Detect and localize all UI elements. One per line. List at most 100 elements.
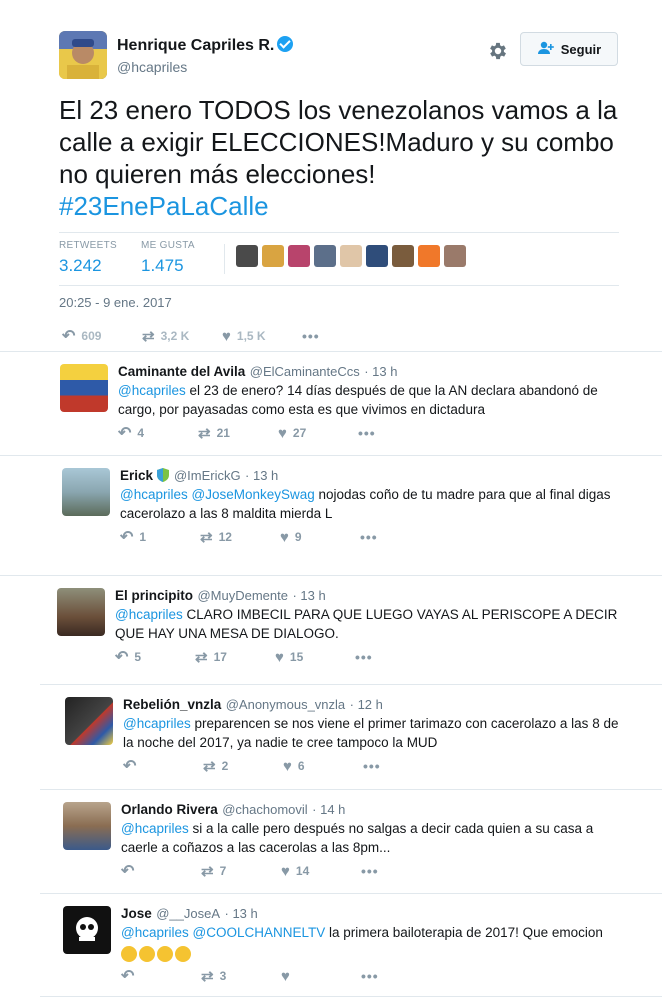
reply-actions: ↶ 1 ⇄ 12 ♥ 9 ••• — [120, 527, 378, 547]
mention-link[interactable]: @hcapriles — [120, 487, 188, 502]
like-button[interactable]: ♥ 27 — [278, 425, 358, 442]
reply-avatar[interactable] — [57, 588, 105, 636]
reply-avatar[interactable] — [65, 697, 113, 745]
like-button[interactable]: ♥ 6 — [283, 758, 363, 775]
likes-stat[interactable]: ME GUSTA 1.475 — [141, 240, 195, 276]
like-button[interactable]: ♥ 1,5 K — [222, 328, 302, 345]
liker-avatar[interactable] — [444, 245, 466, 267]
retweet-button[interactable]: ⇄ 17 — [195, 648, 275, 666]
mention-link[interactable]: @COOLCHANNELTV — [193, 925, 326, 940]
more-dots-icon: ••• — [355, 649, 373, 665]
reply-avatar[interactable] — [62, 468, 110, 516]
reply-author-name[interactable]: Jose — [121, 906, 152, 921]
mention-link[interactable]: @hcapriles — [115, 607, 183, 622]
retweet-button[interactable]: ⇄ 3,2 K — [142, 327, 222, 345]
gear-icon[interactable] — [487, 40, 509, 67]
liker-avatar[interactable] — [366, 245, 388, 267]
like-button[interactable]: ♥ — [281, 968, 361, 985]
liker-avatar[interactable] — [340, 245, 362, 267]
mention-link[interactable]: @JoseMonkeySwag — [192, 487, 315, 502]
reply-author-handle[interactable]: @__JoseA — [156, 906, 220, 921]
more-button[interactable]: ••• — [355, 649, 373, 665]
more-dots-icon: ••• — [302, 328, 320, 344]
liker-avatar[interactable] — [262, 245, 284, 267]
reply-button[interactable]: ↶ — [121, 966, 201, 986]
reply-time[interactable]: 13 h — [253, 468, 278, 483]
mention-link[interactable]: @hcapriles — [123, 716, 191, 731]
reply-author-name[interactable]: Caminante del Avila — [118, 364, 245, 379]
liker-avatar[interactable] — [418, 245, 440, 267]
reply-author-handle[interactable]: @MuyDemente — [197, 588, 288, 603]
retweet-icon: ⇄ — [201, 968, 214, 985]
retweet-button[interactable]: ⇄ 3 — [201, 967, 281, 985]
like-button[interactable]: ♥ 9 — [280, 529, 360, 546]
mention-link[interactable]: @hcapriles — [121, 925, 189, 940]
like-button[interactable]: ♥ 14 — [281, 863, 361, 880]
heart-icon: ♥ — [280, 528, 289, 546]
reply-avatar[interactable] — [63, 906, 111, 954]
reply-actions: ↶ 4 ⇄ 21 ♥ 27 ••• — [118, 423, 376, 443]
retweets-stat[interactable]: RETWEETS 3.242 — [59, 240, 117, 276]
retweet-button[interactable]: ⇄ 12 — [200, 528, 280, 546]
liker-avatar[interactable] — [314, 245, 336, 267]
reply-author-handle[interactable]: @ElCaminanteCcs — [250, 364, 360, 379]
reply-button[interactable]: ↶ 5 — [115, 647, 195, 667]
more-button[interactable]: ••• — [361, 863, 379, 879]
reply-button[interactable]: ↶ — [123, 756, 203, 776]
reply-time[interactable]: 13 h — [372, 364, 397, 379]
heart-icon: ♥ — [283, 757, 292, 775]
liker-avatar[interactable] — [236, 245, 258, 267]
reply-body: preparencen se nos viene el primer tarim… — [123, 716, 619, 750]
reply-author-name[interactable]: El principito — [115, 588, 193, 603]
divider — [59, 285, 619, 286]
reply-dot: · — [312, 802, 321, 817]
reply-avatar[interactable] — [63, 802, 111, 850]
reply-body: la primera bailoterapia de 2017! Que emo… — [325, 925, 603, 940]
reply-author-handle[interactable]: @Anonymous_vnzla — [226, 697, 345, 712]
retweet-icon: ⇄ — [200, 529, 213, 546]
reply-header: Rebelión_vnzla @Anonymous_vnzla · 12 h — [123, 696, 383, 714]
mention-link[interactable]: @hcapriles — [121, 821, 189, 836]
more-button[interactable]: ••• — [363, 758, 381, 774]
more-button[interactable]: ••• — [358, 425, 376, 441]
liker-avatar[interactable] — [392, 245, 414, 267]
reply-button[interactable]: ↶ 1 — [120, 527, 200, 547]
reply-button[interactable]: ↶ 609 — [62, 326, 142, 346]
retweet-icon: ⇄ — [203, 758, 216, 775]
reply-author-name[interactable]: Orlando Rivera — [121, 802, 218, 817]
reply-header: Erick @ImErickG · 13 h — [120, 467, 278, 485]
reply-time[interactable]: 14 h — [320, 802, 345, 817]
more-button[interactable]: ••• — [361, 968, 379, 984]
reply-button[interactable]: ↶ — [121, 861, 201, 881]
more-button[interactable]: ••• — [302, 328, 320, 344]
author-name[interactable]: Henrique Capriles R. — [117, 37, 274, 54]
reply-time[interactable]: 13 h — [300, 588, 325, 603]
reply-author-name[interactable]: Rebelión_vnzla — [123, 697, 221, 712]
retweet-icon: ⇄ — [201, 863, 214, 880]
retweet-button[interactable]: ⇄ 2 — [203, 757, 283, 775]
liker-avatar[interactable] — [288, 245, 310, 267]
retweet-button[interactable]: ⇄ 7 — [201, 862, 281, 880]
reply-button[interactable]: ↶ 4 — [118, 423, 198, 443]
reply-actions: ↶ ⇄ 7 ♥ 14 ••• — [121, 861, 379, 881]
follow-button[interactable]: Seguir — [520, 32, 618, 66]
reply-author-handle[interactable]: @ImErickG — [174, 468, 241, 483]
hashtag-link[interactable]: #23EnePaLaCalle — [59, 191, 269, 221]
retweet-button[interactable]: ⇄ 21 — [198, 424, 278, 442]
reply-author-handle[interactable]: @chachomovil — [222, 802, 307, 817]
author-handle[interactable]: @hcapriles — [117, 59, 187, 75]
green-shield-icon — [157, 467, 170, 484]
reply-time[interactable]: 13 h — [232, 906, 257, 921]
reply-author-name[interactable]: Erick — [120, 468, 153, 483]
more-button[interactable]: ••• — [360, 529, 378, 545]
follow-label: Seguir — [560, 41, 602, 57]
author-avatar[interactable] — [59, 31, 107, 79]
grinning-face-icon — [121, 946, 137, 962]
heart-icon: ♥ — [281, 862, 290, 880]
mention-link[interactable]: @hcapriles — [118, 383, 186, 398]
tweet-timestamp[interactable]: 20:25 - 9 ene. 2017 — [59, 295, 172, 310]
like-button[interactable]: ♥ 15 — [275, 649, 355, 666]
reply-text: @hcapriles si a la calle pero después no… — [121, 819, 620, 857]
reply-time[interactable]: 12 h — [358, 697, 383, 712]
reply-avatar[interactable] — [60, 364, 108, 412]
